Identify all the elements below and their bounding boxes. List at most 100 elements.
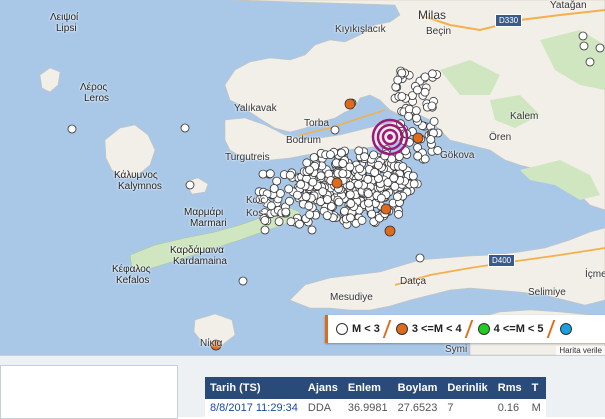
earthquake-marker[interactable] xyxy=(266,201,276,211)
earthquake-marker[interactable] xyxy=(355,164,365,174)
col-lon[interactable]: Boylam xyxy=(392,377,443,399)
earthquake-marker[interactable] xyxy=(354,146,364,156)
table-row[interactable]: 8/8/2017 11:29:34 DDA 36.9981 27.6523 7 … xyxy=(205,399,546,417)
earthquake-marker[interactable] xyxy=(344,98,356,110)
earthquake-marker[interactable] xyxy=(308,177,318,187)
earthquake-marker[interactable] xyxy=(272,176,282,186)
legend-item-gte5 xyxy=(559,323,576,335)
earthquake-marker[interactable] xyxy=(595,43,605,53)
earthquake-marker[interactable] xyxy=(265,169,275,179)
earthquake-marker[interactable] xyxy=(301,192,311,202)
earthquake-marker[interactable] xyxy=(309,153,319,162)
earthquake-marker[interactable] xyxy=(285,170,295,180)
earthquake-marker[interactable] xyxy=(346,199,356,208)
earthquake-marker[interactable] xyxy=(281,207,291,217)
earthquake-marker[interactable] xyxy=(376,193,386,203)
earthquake-marker[interactable] xyxy=(363,189,373,199)
earthquake-marker[interactable] xyxy=(284,184,294,194)
earthquake-marker[interactable] xyxy=(389,173,399,183)
earthquake-marker[interactable] xyxy=(292,190,302,200)
earthquake-table-wrapper: Tarih (TS) Ajans Enlem Boylam Derinlik R… xyxy=(205,377,605,417)
earthquake-marker[interactable] xyxy=(415,253,425,263)
earthquake-marker[interactable] xyxy=(331,177,343,189)
earthquake-marker[interactable] xyxy=(397,92,407,101)
earthquake-marker[interactable] xyxy=(67,124,77,134)
col-depth[interactable]: Derinlik xyxy=(442,377,493,399)
earthquake-marker[interactable] xyxy=(330,125,340,135)
map-attribution[interactable]: Harita verile xyxy=(556,346,605,355)
earthquake-marker[interactable] xyxy=(357,215,367,225)
earthquake-marker[interactable] xyxy=(370,167,380,177)
earthquake-marker[interactable] xyxy=(427,101,437,111)
earthquake-marker[interactable] xyxy=(373,160,383,170)
earthquake-marker[interactable] xyxy=(367,209,377,219)
earthquake-map[interactable]: Λειψοί Lipsi Λέρος Leros Κάλυμνος Kalymn… xyxy=(0,0,605,355)
earthquake-marker[interactable] xyxy=(295,219,304,229)
earthquake-marker[interactable] xyxy=(338,169,348,179)
earthquake-marker[interactable] xyxy=(420,87,430,97)
col-lat[interactable]: Enlem xyxy=(342,377,393,399)
earthquake-marker[interactable] xyxy=(426,135,436,144)
label-kefalos: Kefalos xyxy=(116,275,150,286)
earthquake-marker[interactable] xyxy=(412,113,422,123)
earthquake-marker[interactable] xyxy=(325,150,335,160)
earthquake-marker[interactable] xyxy=(408,171,418,181)
earthquake-marker[interactable] xyxy=(392,192,402,202)
col-rms[interactable]: Rms xyxy=(492,377,527,399)
earthquake-marker[interactable] xyxy=(393,75,403,85)
earthquake-marker[interactable] xyxy=(579,41,589,51)
earthquake-marker[interactable] xyxy=(409,179,419,189)
earthquake-marker[interactable] xyxy=(345,190,355,200)
earthquake-marker[interactable] xyxy=(274,217,284,227)
earthquake-marker[interactable] xyxy=(286,217,296,227)
epicenter-symbol[interactable] xyxy=(371,118,409,156)
earthquake-marker[interactable] xyxy=(307,225,317,235)
col-agency[interactable]: Ajans xyxy=(302,377,343,399)
earthquake-marker[interactable] xyxy=(340,206,349,216)
earthquake-marker[interactable] xyxy=(397,68,407,78)
earthquake-marker[interactable] xyxy=(338,159,348,168)
earthquake-marker[interactable] xyxy=(322,211,332,221)
earthquake-marker[interactable] xyxy=(305,210,315,220)
earthquake-marker[interactable] xyxy=(296,179,306,189)
earthquake-marker[interactable] xyxy=(345,181,355,191)
earthquake-marker[interactable] xyxy=(578,31,588,41)
earthquake-marker[interactable] xyxy=(369,150,379,160)
earthquake-marker[interactable] xyxy=(334,197,344,207)
earthquake-marker[interactable] xyxy=(413,85,422,95)
earthquake-marker[interactable] xyxy=(302,158,312,168)
earthquake-marker[interactable] xyxy=(353,179,363,189)
earthquake-marker[interactable] xyxy=(412,132,424,144)
earthquake-marker[interactable] xyxy=(269,184,279,193)
earthquake-marker[interactable] xyxy=(180,123,190,133)
earthquake-marker[interactable] xyxy=(285,196,294,206)
earthquake-marker[interactable] xyxy=(185,180,195,190)
earthquake-marker[interactable] xyxy=(364,198,373,208)
earthquake-marker[interactable] xyxy=(585,57,595,67)
earthquake-marker[interactable] xyxy=(384,225,396,237)
label-kalymnos-gr: Κάλυμνος xyxy=(114,170,158,181)
earthquake-marker[interactable] xyxy=(345,213,355,223)
col-date[interactable]: Tarih (TS) xyxy=(205,377,303,399)
earthquake-marker[interactable] xyxy=(398,162,408,172)
earthquake-marker[interactable] xyxy=(238,276,248,286)
earthquake-marker[interactable] xyxy=(258,169,268,179)
earthquake-marker[interactable] xyxy=(429,117,439,126)
legend-separator xyxy=(464,320,473,338)
earthquake-marker[interactable] xyxy=(420,72,430,82)
earthquake-marker[interactable] xyxy=(413,151,423,161)
earthquake-marker[interactable] xyxy=(304,201,314,211)
earthquake-marker[interactable] xyxy=(411,106,421,115)
col-type[interactable]: T xyxy=(526,377,546,399)
earthquake-marker[interactable] xyxy=(420,154,430,164)
earthquake-marker[interactable] xyxy=(260,225,270,235)
earthquake-marker[interactable] xyxy=(380,203,392,215)
earthquake-marker[interactable] xyxy=(427,69,437,79)
earthquake-marker[interactable] xyxy=(316,171,326,181)
earthquake-marker[interactable] xyxy=(394,209,404,219)
earthquake-marker[interactable] xyxy=(322,195,332,204)
earthquake-marker[interactable] xyxy=(404,112,414,121)
earthquake-marker[interactable] xyxy=(336,148,346,158)
earthquake-marker[interactable] xyxy=(305,165,314,175)
earthquake-marker[interactable] xyxy=(363,174,373,184)
